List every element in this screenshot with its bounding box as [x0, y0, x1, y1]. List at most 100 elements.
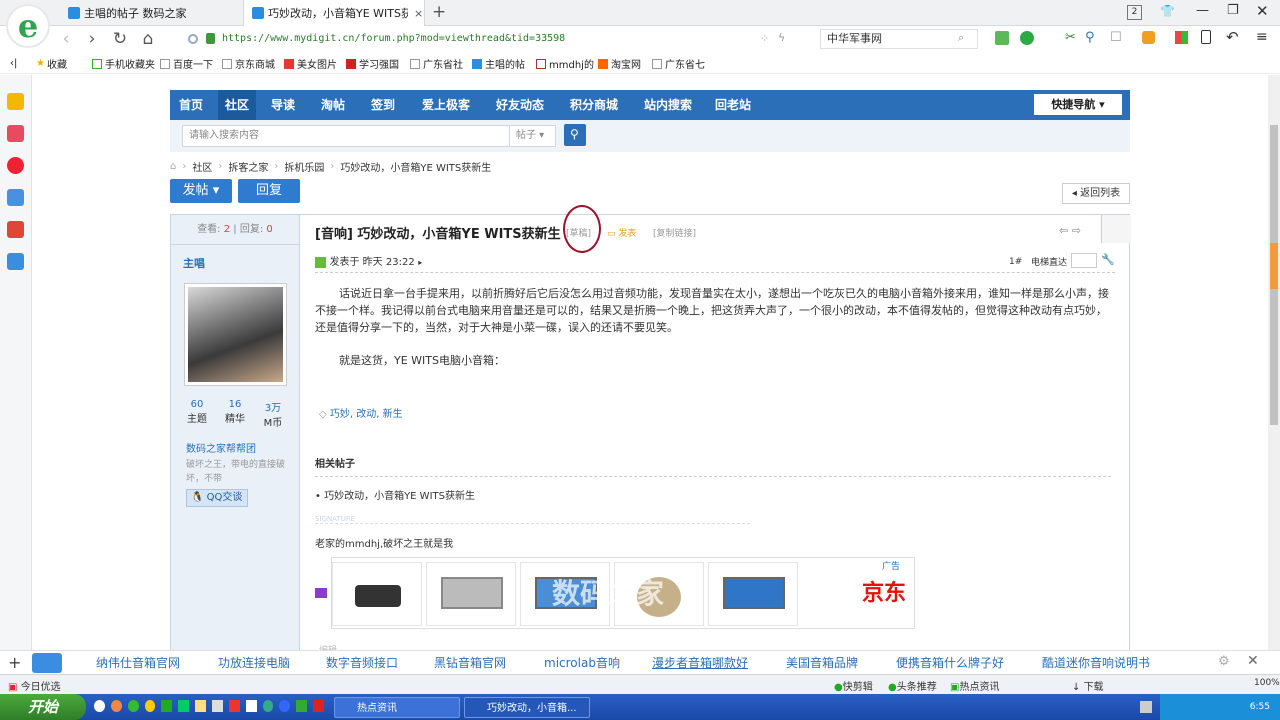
shield-icon[interactable]: [188, 34, 198, 44]
quick-nav-button[interactable]: 快捷导航 ▾: [1034, 94, 1122, 115]
nav-item-store[interactable]: 积分商城: [564, 90, 624, 120]
hot-search-link[interactable]: microlab音响: [544, 654, 620, 671]
wrench-icon[interactable]: 🔧: [1101, 253, 1115, 266]
hot-search-link[interactable]: 数字音频接口: [326, 654, 398, 671]
nav-item-geek[interactable]: 爱上极客: [416, 90, 476, 120]
close-tab-icon[interactable]: ×: [414, 7, 423, 20]
browser-logo-icon[interactable]: e: [6, 4, 50, 48]
keyboard-icon[interactable]: [1140, 701, 1152, 713]
browser-tab[interactable]: 主唱的帖子 数码之家: [60, 0, 242, 26]
bookmark-item[interactable]: 淘宝网: [598, 56, 641, 71]
ad-laptop[interactable]: [708, 562, 798, 626]
start-button[interactable]: 开始: [0, 694, 86, 720]
download-button[interactable]: ↓ 下载: [1072, 678, 1104, 693]
browser-search-input[interactable]: 中华军事网: [820, 29, 978, 49]
taskbar-task-active[interactable]: 巧妙改动，小音箱...: [464, 697, 590, 718]
app-icon[interactable]: [262, 700, 274, 712]
back-icon[interactable]: ‹: [56, 29, 76, 49]
shirt-icon[interactable]: 👕: [1160, 4, 1175, 18]
author-name[interactable]: 主唱: [183, 255, 205, 271]
tab-count-badge[interactable]: 2: [1127, 5, 1142, 20]
bookmark-item[interactable]: 手机收藏夹: [92, 56, 155, 71]
app-icon[interactable]: [212, 700, 223, 712]
hot-search-link[interactable]: 漫步者音箱哪款好: [652, 654, 748, 671]
nav-item-community[interactable]: 社区: [218, 90, 256, 120]
app-icon[interactable]: [245, 700, 257, 712]
close-window-button[interactable]: ✕: [1256, 2, 1269, 20]
author-coins[interactable]: 3万 M币: [255, 399, 291, 429]
elevator-input[interactable]: [1071, 253, 1097, 268]
taskbar-task[interactable]: 热点资讯: [334, 697, 460, 718]
qq-chat-button[interactable]: 🐧 QQ交谈: [186, 489, 248, 507]
nav-item-taotie[interactable]: 淘帖: [316, 90, 350, 120]
restore-button[interactable]: ❐: [1227, 3, 1239, 18]
scissors-icon[interactable]: ✂: [1065, 30, 1076, 45]
ad-camcorder[interactable]: [332, 562, 422, 626]
nav-item-friends[interactable]: 好友动态: [490, 90, 550, 120]
app-icon[interactable]: [313, 700, 325, 712]
undo-icon[interactable]: ↶: [1226, 28, 1239, 46]
apps-grid-icon[interactable]: [1175, 31, 1188, 44]
bookmark-item[interactable]: 广东省七: [652, 56, 705, 71]
bookmark-item[interactable]: 广东省社: [410, 56, 463, 71]
close-icon[interactable]: ✕: [1247, 653, 1259, 669]
new-post-button[interactable]: 发帖 ▾: [170, 179, 232, 203]
bookmark-item[interactable]: 学习强国: [346, 56, 399, 71]
url-field[interactable]: https://www.mydigit.cn/forum.php?mod=vie…: [222, 29, 822, 49]
app-icon[interactable]: [228, 700, 240, 712]
clock[interactable]: 6:55: [1250, 702, 1270, 712]
hot-search-link[interactable]: 黑钻音箱官网: [434, 654, 506, 671]
new-tab-button[interactable]: +: [432, 2, 446, 22]
favorites-icon[interactable]: [7, 93, 24, 110]
search-icon[interactable]: ⌕: [958, 31, 964, 45]
apps-icon[interactable]: ⁘: [760, 32, 769, 45]
copy-link-button[interactable]: [复制链接]: [653, 226, 696, 239]
bookmark-item[interactable]: 美女图片: [284, 56, 337, 71]
bookmark-favorites[interactable]: ★ 收藏: [36, 56, 67, 71]
search-logo-icon[interactable]: [32, 653, 62, 673]
ad-banner[interactable]: 京东 广告 数码之家: [315, 557, 915, 629]
bookmark-item[interactable]: 京东商城: [222, 56, 275, 71]
ad-laptop[interactable]: [426, 562, 516, 626]
shield-badge-icon[interactable]: [1142, 31, 1155, 44]
phone-icon[interactable]: [1201, 30, 1211, 44]
app-icon[interactable]: [144, 700, 156, 712]
hot-search-link[interactable]: 纳伟仕音箱官网: [96, 654, 180, 671]
publish-button[interactable]: ▭ 发表: [607, 226, 636, 239]
bookmark-item[interactable]: 百度一下: [160, 56, 213, 71]
zoom-level[interactable]: 100%: [1254, 678, 1280, 688]
author-essence[interactable]: 16 精华: [217, 399, 253, 425]
notes-icon[interactable]: [7, 125, 24, 142]
extension-icon[interactable]: [1020, 31, 1034, 45]
app-icon[interactable]: [110, 700, 122, 712]
weibo-icon[interactable]: [7, 157, 24, 174]
site-search-input[interactable]: 请输入搜索内容: [182, 125, 510, 147]
bookmark-item[interactable]: mmdhj的: [536, 56, 594, 71]
author-topics[interactable]: 60 主题: [179, 399, 215, 425]
status-item[interactable]: ●头条推荐: [888, 678, 937, 693]
home-icon[interactable]: ⌂: [170, 161, 176, 172]
sidebar-toggle-icon[interactable]: ‹|: [10, 56, 17, 71]
back-to-list-button[interactable]: ◂ 返回列表: [1062, 183, 1130, 204]
game-icon[interactable]: [7, 221, 24, 238]
nav-item-old-site[interactable]: 回老站: [710, 90, 756, 120]
lightning-icon[interactable]: ϟ: [778, 31, 785, 44]
breadcrumb-item[interactable]: 拆机乐园: [284, 159, 324, 174]
bookmark-item[interactable]: 主唱的帖: [472, 56, 525, 71]
chat-icon[interactable]: ☐: [1110, 30, 1122, 45]
app-icon[interactable]: [94, 700, 105, 712]
nav-item-search[interactable]: 站内搜索: [638, 90, 698, 120]
hot-search-link[interactable]: 便携音箱什么牌子好: [896, 654, 1004, 671]
avatar[interactable]: [184, 283, 287, 386]
status-item[interactable]: ▣热点资讯: [950, 678, 999, 693]
menu-icon[interactable]: ≡: [1256, 29, 1268, 45]
minimize-button[interactable]: —: [1196, 3, 1209, 18]
app-icon[interactable]: [161, 700, 173, 712]
nav-item-guide[interactable]: 导读: [266, 90, 300, 120]
breadcrumb-item[interactable]: 巧妙改动，小音箱YE WITS获新生: [340, 159, 491, 174]
reader-icon[interactable]: [995, 31, 1009, 45]
qr-code-icon[interactable]: [1101, 215, 1131, 243]
app-icon[interactable]: [178, 700, 190, 712]
browser-tab-active[interactable]: 巧妙改动，小音箱YE WITS获新生 ×: [243, 0, 425, 26]
nav-item-home[interactable]: 首页: [170, 90, 212, 120]
